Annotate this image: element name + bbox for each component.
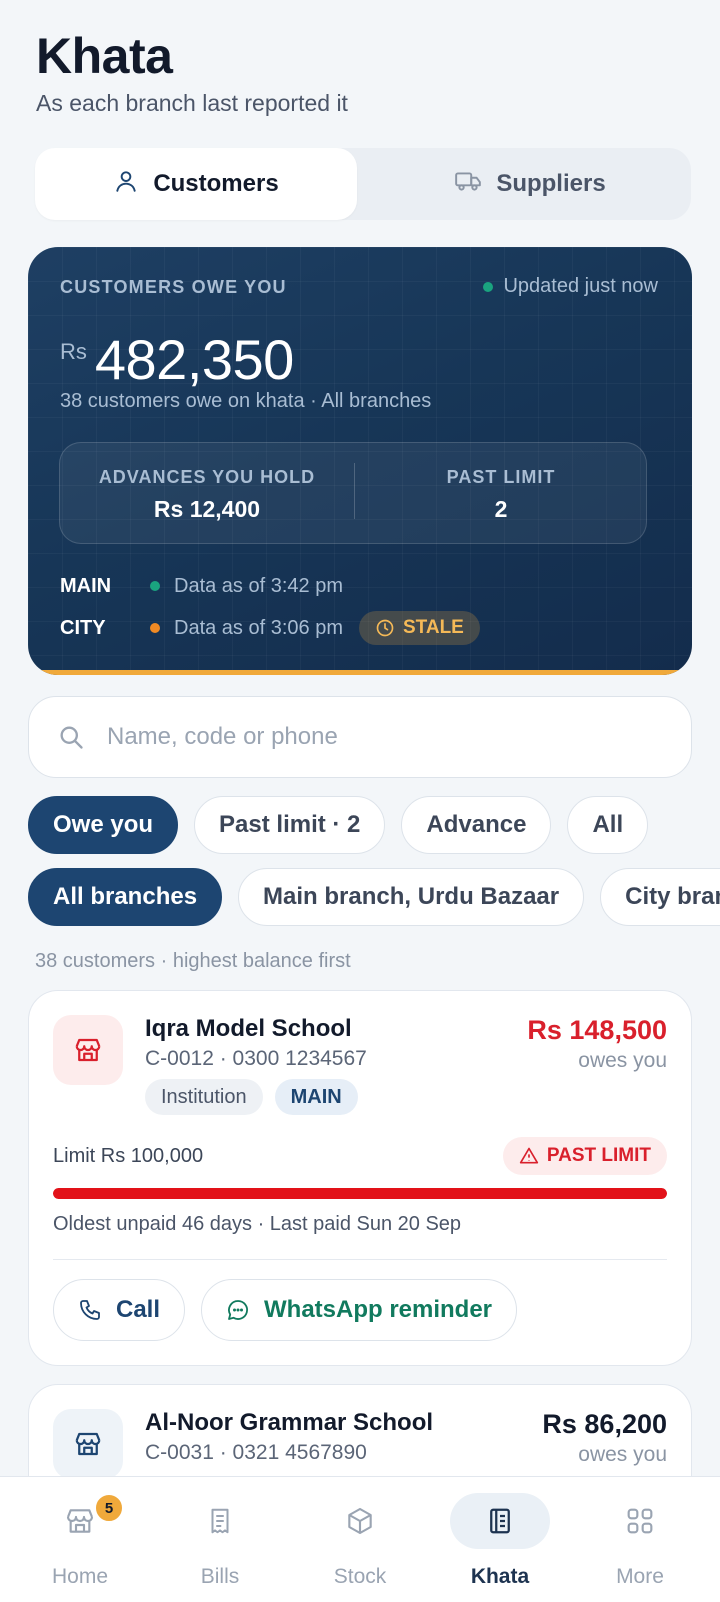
branch-status-city: CITY Data as of 3:06 pm STALE [60, 608, 480, 648]
tab-customers[interactable]: Customers [35, 148, 357, 220]
nav-stock-label: Stock [333, 1565, 387, 1588]
balance-note: owes you [578, 1049, 667, 1072]
branch-status-main: MAIN Data as of 3:42 pm [60, 566, 343, 606]
balance-filter-chips: Owe you Past limit · 2 Advance All [28, 796, 649, 854]
search-box[interactable] [28, 696, 692, 778]
search-icon [60, 726, 83, 749]
status-dot [483, 281, 494, 292]
box-icon [310, 1493, 410, 1549]
nav-home[interactable]: 5 Home [10, 1477, 150, 1602]
customer-supplier-toggle: Customers Suppliers [35, 148, 691, 220]
customer-name: Iqra Model School [145, 1015, 352, 1042]
search-input[interactable] [107, 723, 647, 751]
limit-progress-fill [53, 1188, 667, 1199]
past-limit-label: PAST LIMIT [446, 467, 556, 487]
warning-icon [519, 1147, 539, 1164]
branch-filter-all[interactable]: All branches [28, 868, 223, 926]
customer-balance: Rs 86,200 [542, 1409, 667, 1439]
stale-badge: STALE [358, 611, 480, 645]
limit-progress-bar [53, 1188, 667, 1199]
filter-owe-you[interactable]: Owe you [28, 796, 179, 854]
summary-stats: ADVANCES YOU HOLD Rs 12,400 PAST LIMIT 2 [59, 442, 647, 544]
receipt-icon [170, 1493, 270, 1549]
nav-more[interactable]: More [570, 1477, 710, 1602]
filter-past-limit[interactable]: Past limit · 2 [194, 796, 386, 854]
nav-khata[interactable]: Khata [430, 1477, 570, 1602]
truck-icon [454, 168, 482, 201]
filter-advance[interactable]: Advance [401, 796, 552, 854]
owed-summary-card: CUSTOMERS OWE YOU Updated just now Rs 48… [28, 247, 692, 675]
person-icon [113, 168, 139, 201]
summary-subtitle: 38 customers owe on khata · All branches [60, 390, 432, 412]
total-amount: Rs 482,350 [60, 327, 294, 392]
advances-label: ADVANCES YOU HOLD [98, 467, 316, 487]
tab-suppliers[interactable]: Suppliers [369, 148, 691, 220]
nav-khata-label: Khata [470, 1565, 530, 1588]
updated-text: Updated just now [503, 275, 658, 297]
tab-customers-label: Customers [153, 170, 279, 197]
stale-label: STALE [402, 617, 464, 638]
notification-badge: 5 [94, 1493, 124, 1523]
branch-status-dot [150, 623, 160, 633]
nav-bills[interactable]: Bills [150, 1477, 290, 1602]
page-subtitle: As each branch last reported it [36, 90, 348, 116]
advances-stat: ADVANCES YOU HOLD Rs 12,400 [60, 443, 354, 543]
tag-branch: MAIN [274, 1079, 358, 1115]
past-limit-text: PAST LIMIT [546, 1145, 651, 1166]
whatsapp-reminder-button[interactable]: WhatsApp reminder [201, 1279, 518, 1341]
currency-label: Rs [60, 339, 87, 364]
branch-status-text: Data as of 3:06 pm [174, 616, 343, 639]
branch-name: MAIN [60, 574, 112, 597]
card-divider [53, 1259, 667, 1260]
branch-status-dot [150, 581, 160, 591]
whatsapp-label: WhatsApp reminder [264, 1296, 493, 1323]
customer-name: Al-Noor Grammar School [145, 1409, 434, 1436]
phone-icon [80, 1300, 100, 1320]
page-header: Khata As each branch last reported it [36, 28, 348, 117]
past-limit-badge: PAST LIMIT [502, 1137, 667, 1175]
grid-icon [590, 1493, 690, 1549]
past-limit-stat: PAST LIMIT 2 [354, 443, 648, 543]
past-limit-value: 2 [494, 496, 508, 522]
branch-filter-chips: All branches Main branch, Urdu Bazaar Ci… [28, 868, 720, 926]
payment-history: Oldest unpaid 46 days · Last paid Sun 20… [53, 1213, 462, 1235]
store-icon [53, 1015, 123, 1085]
card-accent-strip [28, 670, 692, 675]
updated-status: Updated just now [483, 275, 658, 298]
ledger-icon [450, 1493, 550, 1549]
branch-name: CITY [60, 616, 106, 639]
bottom-navigation: 5 Home Bills Stock Khata More [0, 1476, 720, 1602]
customer-meta: C-0012 · 0300 1234567 [145, 1047, 367, 1070]
nav-more-label: More [616, 1565, 664, 1588]
customer-tags: Institution MAIN [145, 1079, 358, 1115]
customer-balance: Rs 148,500 [527, 1015, 667, 1045]
customer-card[interactable]: Iqra Model School C-0012 · 0300 1234567 … [28, 990, 692, 1366]
tab-suppliers-label: Suppliers [496, 170, 606, 197]
page-title: Khata [36, 28, 173, 84]
branch-filter-main[interactable]: Main branch, Urdu Bazaar [238, 868, 585, 926]
clock-icon [376, 619, 394, 637]
chat-icon [228, 1300, 248, 1320]
amount-value: 482,350 [94, 328, 294, 391]
tag-type: Institution [145, 1079, 263, 1115]
branch-status-text: Data as of 3:42 pm [174, 574, 343, 597]
store-icon [53, 1409, 123, 1479]
nav-bills-label: Bills [200, 1565, 240, 1588]
nav-stock[interactable]: Stock [290, 1477, 430, 1602]
advances-value: Rs 12,400 [153, 496, 261, 522]
summary-label: CUSTOMERS OWE YOU [60, 277, 287, 297]
filter-all[interactable]: All [567, 796, 649, 854]
call-button[interactable]: Call [53, 1279, 186, 1341]
credit-limit: Limit Rs 100,000 [53, 1145, 204, 1167]
list-meta: 38 customers · highest balance first [35, 950, 351, 972]
nav-home-label: Home [51, 1565, 109, 1588]
customer-meta: C-0031 · 0321 4567890 [145, 1441, 367, 1464]
branch-filter-city[interactable]: City branch [600, 868, 720, 926]
balance-note: owes you [578, 1443, 667, 1466]
call-label: Call [116, 1296, 161, 1323]
